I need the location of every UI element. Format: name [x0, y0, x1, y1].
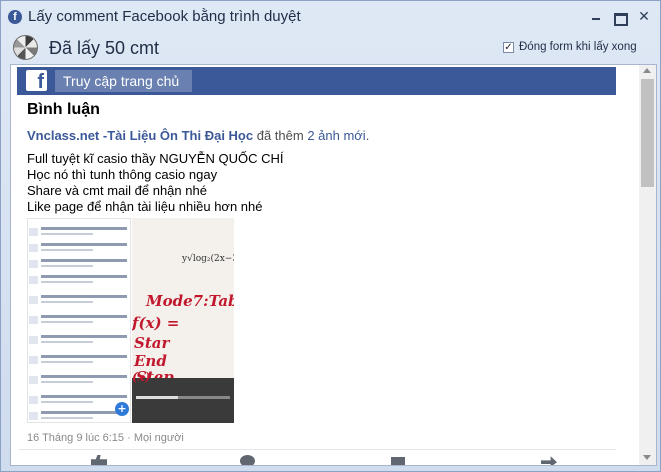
photo-formula-text: y√log₂(2x−3)/(1−x)	[182, 254, 234, 264]
close-form-label[interactable]: Đóng form khi lấy xong	[519, 41, 637, 53]
title-bar: f Lấy comment Facebook bằng trình duyệt …	[1, 1, 660, 33]
post-text-line: Like page để nhận tài liệu nhiều hơn nhé	[27, 199, 263, 214]
thumbnail-list-row	[28, 353, 130, 369]
close-button[interactable]: ✕	[636, 10, 652, 24]
thumbnail-list-row	[28, 333, 130, 349]
scroll-thumb[interactable]	[641, 79, 654, 187]
video-controls: (x)	[132, 370, 234, 423]
post-meta-text: đã thêm	[253, 128, 308, 143]
facebook-logo-icon[interactable]: f	[26, 70, 47, 93]
maximize-button[interactable]	[611, 10, 628, 26]
post-text-line: Share và cmt mail để nhận nhé	[27, 183, 207, 198]
post-photo-thumbnail[interactable]: y√log₂(2x−3)/(1−x) Mode7:Table f(x) = St…	[132, 218, 234, 423]
page-name-link[interactable]: Vnclass.net -Tài Liệu Ôn Thi Đại Học	[27, 128, 253, 143]
status-toolbar: Đã lấy 50 cmt ✓ Đóng form khi lấy xong	[1, 33, 660, 63]
scroll-down-icon[interactable]	[643, 455, 651, 460]
plus-icon: +	[115, 402, 129, 416]
comment-icon[interactable]	[240, 455, 255, 465]
photo-handwriting: f(x) =	[132, 314, 180, 332]
close-form-checkbox[interactable]: ✓	[503, 42, 514, 53]
post-timestamp[interactable]: 16 Tháng 9 lúc 6:15 · Mọi người	[27, 432, 184, 444]
section-title: Bình luận	[27, 101, 100, 118]
thumbnail-list-row	[28, 373, 130, 389]
home-button[interactable]: Truy cập trang chủ	[55, 70, 192, 92]
browser-content: f Truy cập trang chủ Bình luận Vnclass.n…	[10, 64, 657, 466]
thumbnail-list-row	[28, 273, 130, 289]
thumbnail-list-row	[28, 225, 130, 241]
photo-handwriting: Mode7:Table	[146, 292, 234, 310]
photos-link[interactable]: 2 ảnh mới	[307, 128, 365, 143]
video-progress-fill	[136, 396, 178, 399]
thumbnail-list-row	[28, 293, 130, 309]
facebook-icon: f	[8, 10, 22, 24]
post-meta-end: .	[365, 128, 370, 143]
thumbnail-list-row	[28, 313, 130, 329]
post-meta: Vnclass.net -Tài Liệu Ôn Thi Đại Học đã …	[27, 128, 369, 143]
share-icon[interactable]	[391, 457, 405, 465]
send-icon[interactable]	[541, 456, 557, 465]
actions-divider	[19, 449, 616, 450]
post-text-line: Full tuyệt kĩ casio thầy NGUYỄN QUỐC CHÍ	[27, 151, 284, 166]
like-icon[interactable]	[91, 455, 107, 465]
thumbnail-list-row	[28, 241, 130, 257]
app-window: f Lấy comment Facebook bằng trình duyệt …	[0, 0, 661, 472]
facebook-header: f Truy cập trang chủ	[17, 67, 616, 95]
minimize-button[interactable]	[588, 10, 604, 24]
thumbnail-list-row	[28, 257, 130, 273]
post-photo-thumbnail[interactable]: +	[27, 218, 131, 423]
window-title: Lấy comment Facebook bằng trình duyệt	[28, 8, 301, 25]
photo-handwriting: Star	[134, 334, 170, 352]
scroll-up-icon[interactable]	[643, 68, 651, 73]
post-text-line: Học nó thì tunh thông casio ngay	[27, 167, 218, 182]
status-text: Đã lấy 50 cmt	[49, 38, 160, 58]
loading-spinner-icon	[13, 35, 38, 60]
photo-handwriting: (x)	[132, 370, 151, 384]
vertical-scrollbar[interactable]	[639, 65, 656, 465]
